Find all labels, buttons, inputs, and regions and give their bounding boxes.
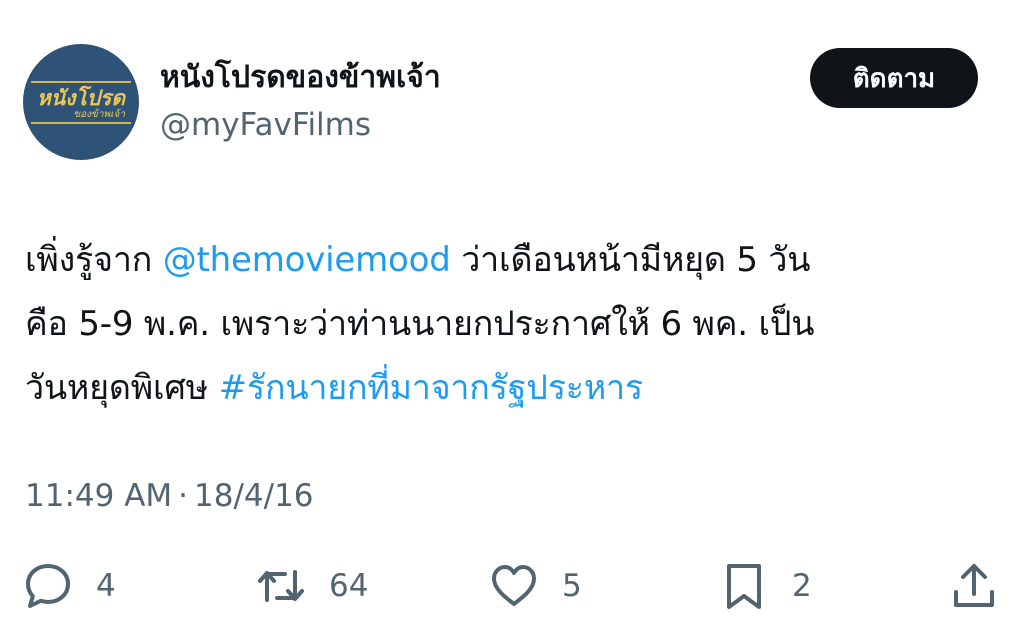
- timestamp[interactable]: 11:49 AM · 18/4/16: [25, 476, 314, 516]
- tweet-date: 18/4/16: [194, 478, 314, 514]
- avatar-logo-subtext: ของข้าพเจ้า: [73, 109, 125, 120]
- tweet-text: เพิ่งรู้จาก @themoviemood ว่าเดือนหน้ามี…: [25, 228, 1005, 420]
- retweet-count: 64: [329, 568, 369, 604]
- tweet-text-segment: ว่าเดือนหน้ามีหยุด 5 วัน: [450, 240, 811, 280]
- tweet-time: 11:49 AM: [25, 478, 173, 514]
- avatar-logo-text: หนังโปรด: [37, 86, 125, 110]
- avatar-rule-bottom: [31, 122, 131, 124]
- tweet-line: วันหยุดพิเศษ #รักนายกที่มาจากรัฐประหาร: [25, 356, 1005, 420]
- tweet-text-segment: เพิ่งรู้จาก: [25, 240, 163, 280]
- like-icon: [488, 560, 540, 612]
- retweet-button[interactable]: 64: [255, 560, 368, 612]
- reply-count: 4: [96, 568, 116, 604]
- display-name[interactable]: หนังโปรดของข้าพเจ้า: [160, 58, 441, 98]
- like-count: 5: [562, 568, 582, 604]
- bookmark-icon: [718, 560, 770, 612]
- share-icon: [948, 560, 1000, 612]
- avatar[interactable]: หนังโปรด ของข้าพเจ้า: [23, 44, 139, 160]
- tweet-line: คือ 5-9 พ.ค. เพราะว่าท่านนายกประกาศให้ 6…: [25, 292, 1005, 356]
- tweet-text-segment: คือ 5-9 พ.ค. เพราะว่าท่านนายกประกาศให้ 6…: [25, 304, 815, 344]
- avatar-rule-top: [31, 81, 131, 83]
- reply-button[interactable]: 4: [22, 560, 116, 612]
- mention-link[interactable]: @themoviemood: [163, 240, 451, 280]
- bookmark-button[interactable]: 2: [718, 560, 812, 612]
- retweet-icon: [255, 560, 307, 612]
- bookmark-count: 2: [792, 568, 812, 604]
- reply-icon: [22, 560, 74, 612]
- timestamp-separator: ·: [178, 478, 189, 514]
- hashtag-link[interactable]: #รักนายกที่มาจากรัฐประหาร: [219, 368, 644, 408]
- like-button[interactable]: 5: [488, 560, 582, 612]
- share-button[interactable]: [948, 560, 1000, 612]
- follow-button[interactable]: ติดตาม: [810, 48, 978, 108]
- tweet-card: หนังโปรด ของข้าพเจ้า หนังโปรดของข้าพเจ้า…: [0, 0, 1024, 632]
- tweet-text-segment: วันหยุดพิเศษ: [25, 368, 219, 408]
- tweet-line: เพิ่งรู้จาก @themoviemood ว่าเดือนหน้ามี…: [25, 228, 1005, 292]
- user-handle[interactable]: @myFavFilms: [160, 105, 371, 145]
